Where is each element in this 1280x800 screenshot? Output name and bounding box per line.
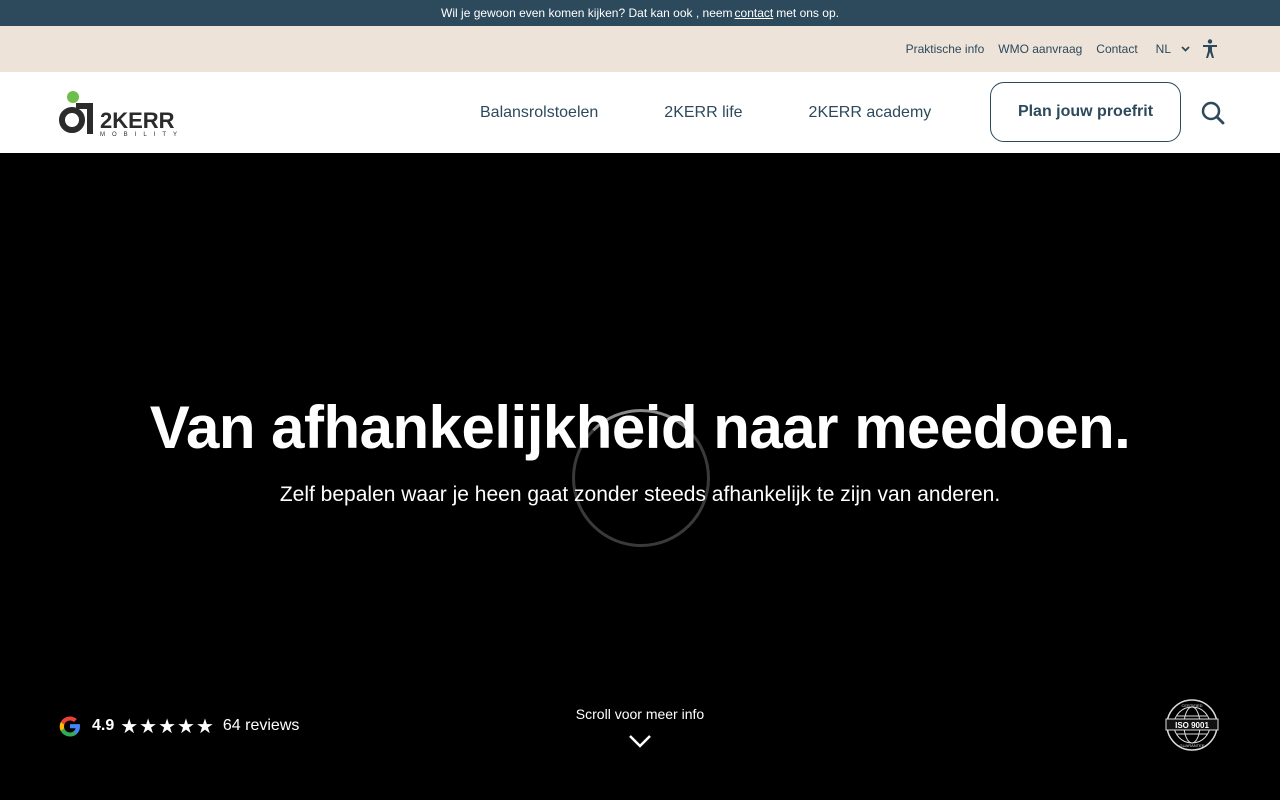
google-rating[interactable]: 4.9 ★★★★★ 64 reviews: [56, 711, 299, 741]
announcement-text-before: Wil je gewoon even komen kijken? Dat kan…: [441, 6, 733, 20]
hero-subtitle: Zelf bepalen waar je heen gaat zonder st…: [279, 483, 1001, 506]
nav-link-2kerr-academy[interactable]: 2KERR academy: [809, 104, 932, 122]
utility-link-praktische-info[interactable]: Praktische info: [906, 42, 985, 56]
google-icon: [59, 716, 80, 737]
iso-9001-badge-icon: ISO 9001 CERTIFIED GUARANTEE: [1165, 699, 1219, 751]
announcement-text-after: met ons op.: [776, 6, 839, 20]
nav-link-2kerr-life[interactable]: 2KERR life: [664, 104, 742, 122]
accessibility-icon[interactable]: [1202, 39, 1218, 59]
test-drive-button[interactable]: Plan jouw proefrit: [990, 82, 1181, 142]
announcement-contact-link[interactable]: contact: [735, 6, 774, 20]
hero-section: Van afhankelijkheid naar meedoen. Zelf b…: [0, 153, 1280, 800]
scroll-hint-label: Scroll voor meer info: [575, 706, 705, 722]
review-count: 64 reviews: [222, 717, 300, 734]
search-icon[interactable]: [1200, 100, 1226, 126]
brand-logo[interactable]: 2KERR MOBILITY: [56, 88, 206, 136]
badge-bottom-text: GUARANTEE: [1180, 743, 1205, 748]
svg-text:2KERR: 2KERR: [100, 108, 175, 133]
language-label: NL: [1155, 42, 1171, 56]
language-selector[interactable]: NL: [1156, 42, 1190, 56]
badge-top-text: CERTIFIED: [1181, 703, 1202, 708]
star-rating-icons: ★★★★★: [120, 715, 215, 738]
nav-link-balansrolstoelen[interactable]: Balansrolstoelen: [480, 104, 598, 122]
main-nav: 2KERR MOBILITY Balansrolstoelen 2KERR li…: [0, 72, 1280, 153]
scroll-hint[interactable]: Scroll voor meer info: [540, 706, 740, 748]
svg-text:MOBILITY: MOBILITY: [100, 132, 184, 136]
hero-title: Van afhankelijkheid naar meedoen.: [149, 394, 1131, 461]
rating-score: 4.9: [92, 717, 115, 734]
utility-nav: Praktische info WMO aanvraag Contact NL: [0, 26, 1280, 72]
utility-link-wmo-aanvraag[interactable]: WMO aanvraag: [998, 42, 1082, 56]
badge-main-text: ISO 9001: [1175, 721, 1209, 730]
primary-links: Balansrolstoelen 2KERR life 2KERR academ…: [480, 72, 931, 153]
announcement-bar: Wil je gewoon even komen kijken? Dat kan…: [0, 0, 1280, 26]
chevron-down-icon: [629, 735, 651, 748]
chevron-down-icon: [1181, 46, 1190, 52]
utility-link-contact[interactable]: Contact: [1096, 42, 1137, 56]
